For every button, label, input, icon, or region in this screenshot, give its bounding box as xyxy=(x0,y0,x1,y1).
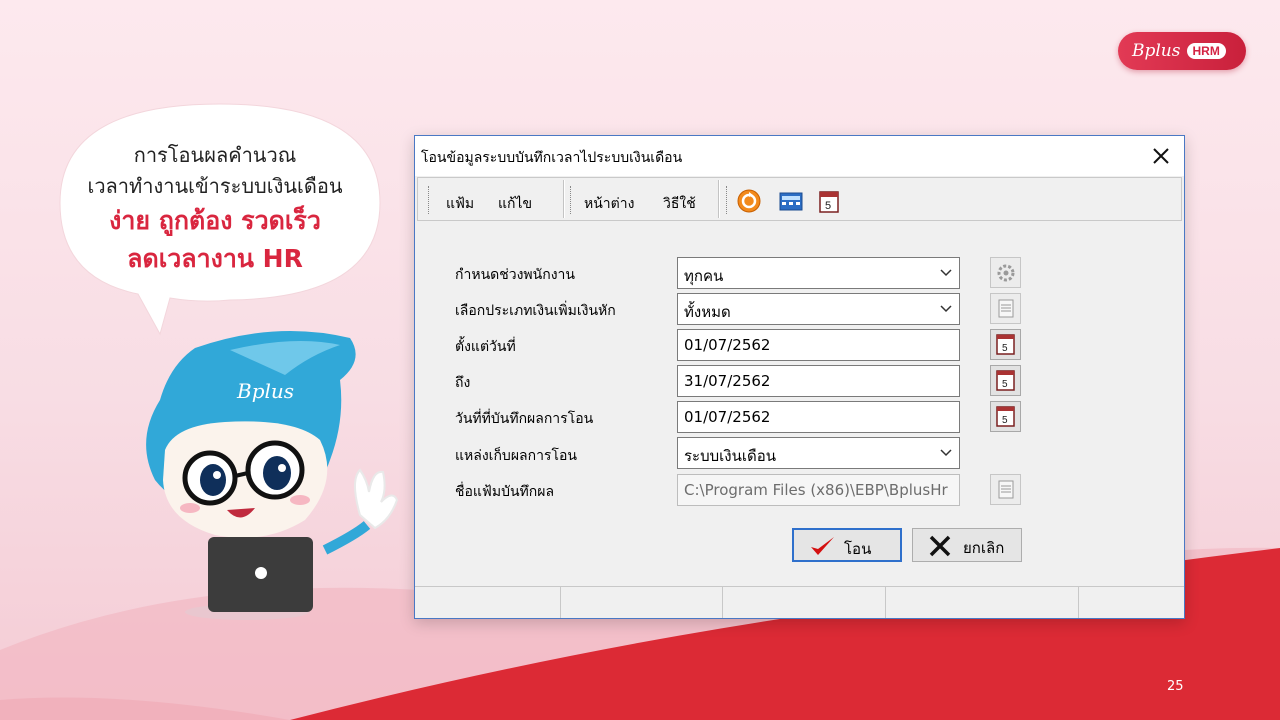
status-cell xyxy=(723,587,886,618)
svg-text:5: 5 xyxy=(1002,343,1008,354)
end-date-label: ถึง xyxy=(455,375,471,391)
toolbar: แฟ้ม แก้ไข หน้าต่าง วิธีใช้ 5 xyxy=(417,177,1182,221)
deduction-type-label: เลือกประเภทเงินเพิ่มเงินหัก xyxy=(455,303,616,319)
destination-label: แหล่งเก็บผลการโอน xyxy=(455,448,577,464)
deduction-type-value: ทั้งหมด xyxy=(684,303,731,321)
mascot-illustration: Bplus xyxy=(146,330,399,620)
employee-range-select[interactable]: ทุกคน xyxy=(677,257,960,289)
calendar-icon: 5 xyxy=(996,334,1015,355)
start-date-input[interactable]: 01/07/2562 xyxy=(677,329,960,361)
cancel-button[interactable]: ยกเลิก xyxy=(912,528,1022,562)
status-cell xyxy=(886,587,1079,618)
output-file-input[interactable]: C:\Program Files (x86)\EBP\BplusHr xyxy=(677,474,960,506)
toolbar-grip[interactable] xyxy=(570,186,572,214)
bubble-line-1: การโอนผลคำนวณ xyxy=(133,143,297,167)
record-date-label: วันที่ที่บันทึกผลการโอน xyxy=(455,411,594,427)
calendar-icon[interactable]: 5 xyxy=(816,188,842,214)
menu-edit[interactable]: แก้ไข xyxy=(498,193,532,215)
svg-text:5: 5 xyxy=(1002,415,1008,426)
svg-text:5: 5 xyxy=(1002,379,1008,390)
status-bar xyxy=(415,586,1184,618)
bubble-highlight-1: ง่าย ถูกต้อง รวดเร็ว xyxy=(109,206,321,235)
svg-text:5: 5 xyxy=(825,200,831,212)
title-bar: โอนข้อมูลระบบบันทึกเวลาไประบบเงินเดือน xyxy=(415,136,1184,176)
svg-text:Bplus: Bplus xyxy=(236,379,294,403)
close-icon xyxy=(929,535,951,557)
transfer-dialog: โอนข้อมูลระบบบันทึกเวลาไประบบเงินเดือน แ… xyxy=(414,135,1185,619)
gear-icon xyxy=(997,264,1015,282)
status-cell xyxy=(561,587,723,618)
destination-value: ระบบเงินเดือน xyxy=(684,447,776,465)
transfer-button[interactable]: โอน xyxy=(792,528,902,562)
start-date-label: ตั้งแต่วันที่ xyxy=(455,339,516,355)
start-date-picker-button[interactable]: 5 xyxy=(990,329,1021,360)
cancel-button-label: ยกเลิก xyxy=(963,539,1005,557)
employee-filter-button[interactable] xyxy=(990,257,1021,288)
employee-range-value: ทุกคน xyxy=(684,267,724,285)
record-date-input[interactable]: 01/07/2562 xyxy=(677,401,960,433)
document-icon xyxy=(998,299,1014,318)
logo-badge: HRM xyxy=(1186,43,1226,59)
deduction-type-select[interactable]: ทั้งหมด xyxy=(677,293,960,325)
employee-range-label: กำหนดช่วงพนักงาน xyxy=(455,267,575,283)
document-icon xyxy=(998,480,1014,499)
record-date-picker-button[interactable]: 5 xyxy=(990,401,1021,432)
end-date-picker-button[interactable]: 5 xyxy=(990,365,1021,396)
orange-refresh-icon[interactable] xyxy=(736,188,762,214)
end-date-input[interactable]: 31/07/2562 xyxy=(677,365,960,397)
page-number: 25 xyxy=(1167,679,1184,694)
calendar-icon: 5 xyxy=(996,370,1015,391)
chevron-down-icon xyxy=(940,269,952,277)
toolbar-separator xyxy=(718,180,720,218)
deduction-type-button[interactable] xyxy=(990,293,1021,324)
calendar-icon: 5 xyxy=(996,406,1015,427)
toolbar-grip[interactable] xyxy=(726,186,728,214)
chevron-down-icon xyxy=(940,305,952,313)
output-file-label: ชื่อแฟ้มบันทึกผล xyxy=(455,484,555,500)
dialog-title: โอนข้อมูลระบบบันทึกเวลาไประบบเงินเดือน xyxy=(421,150,683,166)
destination-select[interactable]: ระบบเงินเดือน xyxy=(677,437,960,469)
transfer-button-label: โอน xyxy=(844,540,872,558)
menu-help[interactable]: วิธีใช้ xyxy=(663,193,696,215)
bubble-line-2: เวลาทำงานเข้าระบบเงินเดือน xyxy=(87,174,343,198)
status-cell xyxy=(415,587,561,618)
toolbar-grip[interactable] xyxy=(428,186,430,214)
chevron-down-icon xyxy=(940,449,952,457)
bplus-hrm-logo: Bplus HRM xyxy=(1118,32,1246,70)
bubble-highlight-2: ลดเวลางาน HR xyxy=(127,244,303,273)
bubble-text: การโอนผลคำนวณ เวลาทำงานเข้าระบบเงินเดือน… xyxy=(60,140,370,278)
checkmark-icon xyxy=(811,537,834,555)
close-icon xyxy=(1153,148,1169,164)
menu-window[interactable]: หน้าต่าง xyxy=(584,193,634,215)
logo-word: Bplus xyxy=(1132,41,1181,61)
browse-file-button[interactable] xyxy=(990,474,1021,505)
close-button[interactable] xyxy=(1146,142,1176,170)
menu-file[interactable]: แฟ้ม xyxy=(446,193,474,215)
calculator-icon[interactable] xyxy=(778,188,804,214)
toolbar-separator xyxy=(563,180,565,218)
